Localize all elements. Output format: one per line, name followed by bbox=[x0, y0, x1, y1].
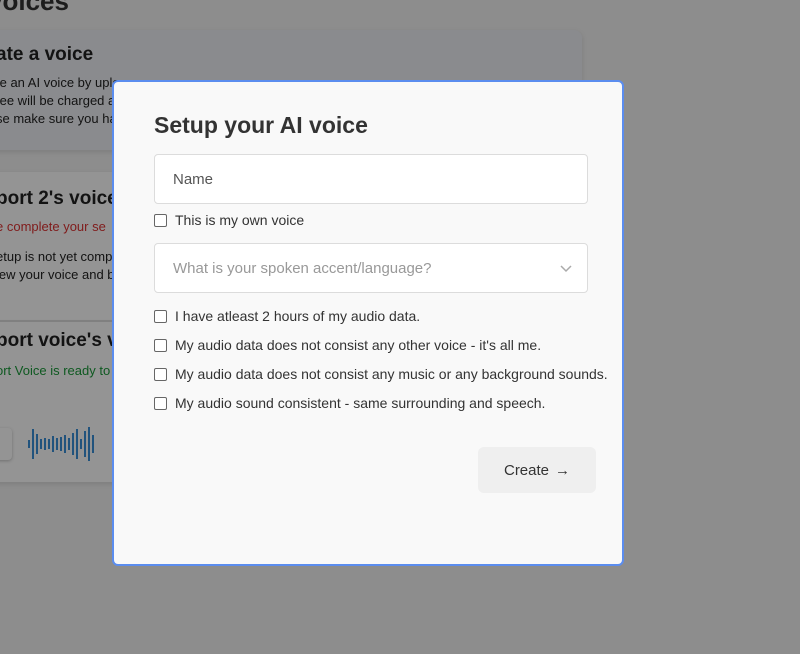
check-label: My audio sound consistent - same surroun… bbox=[175, 395, 546, 411]
create-label: Create bbox=[503, 461, 550, 479]
no-music-checkbox[interactable] bbox=[154, 367, 167, 381]
audio-hours-checkbox[interactable] bbox=[154, 309, 167, 323]
accent-placeholder: What is your spoken accent/language? bbox=[173, 259, 432, 277]
check-label: My audio data does not consist any other… bbox=[175, 337, 542, 353]
check-row-consistent[interactable]: My audio sound consistent - same surroun… bbox=[154, 395, 545, 411]
own-voice-label: This is my own voice bbox=[175, 212, 305, 228]
consistent-audio-checkbox[interactable] bbox=[154, 396, 167, 410]
check-label: I have atleast 2 hours of my audio data. bbox=[175, 308, 421, 324]
check-row-no-other-voice[interactable]: My audio data does not consist any other… bbox=[154, 337, 541, 353]
arrow-right-icon: → bbox=[555, 461, 571, 479]
chevron-down-icon bbox=[560, 265, 572, 273]
create-button[interactable]: Create → bbox=[478, 447, 596, 493]
check-label: My audio data does not consist any music… bbox=[175, 366, 608, 382]
dialog-title: Setup your AI voice bbox=[154, 112, 368, 138]
name-input[interactable]: Name bbox=[154, 154, 588, 204]
accent-select[interactable]: What is your spoken accent/language? bbox=[154, 243, 588, 293]
own-voice-checkbox-row[interactable]: This is my own voice bbox=[154, 212, 304, 228]
setup-voice-dialog: Setup your AI voice Name This is my own … bbox=[112, 80, 624, 566]
check-row-audio-hours[interactable]: I have atleast 2 hours of my audio data. bbox=[154, 308, 420, 324]
own-voice-checkbox[interactable] bbox=[154, 213, 167, 227]
name-placeholder: Name bbox=[173, 170, 214, 188]
check-row-no-music[interactable]: My audio data does not consist any music… bbox=[154, 366, 608, 382]
no-other-voice-checkbox[interactable] bbox=[154, 338, 167, 352]
